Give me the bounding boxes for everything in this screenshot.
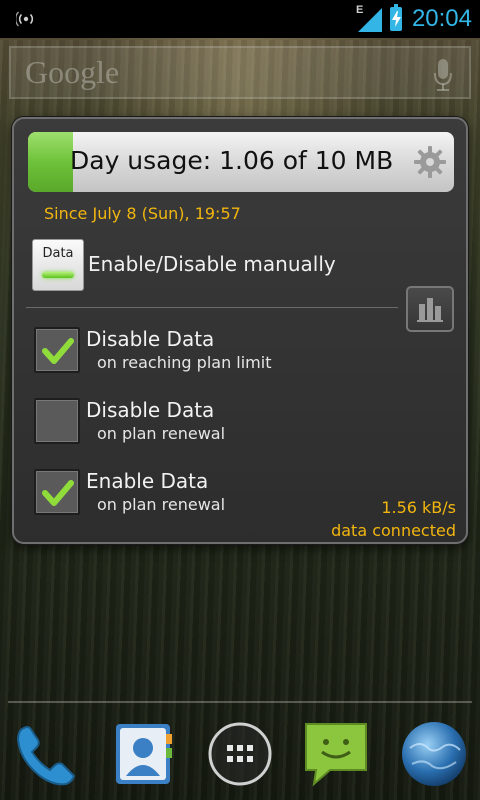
bar-chart-icon [417,298,443,322]
rate-info: 1.56 kB/s data connected [331,496,456,542]
usage-text: Day usage: 1.06 of 10 MB [70,146,394,175]
option-enable-on-renewal[interactable]: Enable Data on plan renewal [34,469,334,525]
data-usage-widget: Day usage: 1.06 of 10 MB Since July 8 (S… [12,117,468,544]
checkbox[interactable] [34,398,80,444]
option-subtitle: on plan renewal [97,424,226,443]
contacts-icon[interactable] [106,718,178,790]
option-disable-on-renewal[interactable]: Disable Data on plan renewal [34,398,334,454]
checkmark-icon [42,480,74,506]
browser-icon[interactable] [398,718,470,790]
usage-progress-bar[interactable]: Day usage: 1.06 of 10 MB [28,132,454,192]
option-title: Disable Data [86,398,215,422]
option-title: Enable Data [86,469,209,493]
google-logo: Google [25,54,120,90]
phone-icon[interactable] [10,718,82,790]
checkmark-icon [42,338,74,364]
wifi-icon [16,11,34,27]
status-bar: E 20:04 [0,0,480,38]
option-subtitle: on plan renewal [97,495,226,514]
gear-icon[interactable] [412,144,448,180]
google-search-bar[interactable]: Google [9,46,471,99]
data-toggle-label: Data [42,246,74,261]
usage-progress-fill [28,132,74,192]
dock-divider [8,701,472,703]
option-subtitle: on reaching plan limit [97,353,272,372]
stats-button[interactable] [406,286,454,332]
option-title: Disable Data [86,327,215,351]
since-date: Since July 8 (Sun), 19:57 [44,204,241,223]
signal-icon: E [356,4,384,32]
battery-charging-icon [389,4,402,31]
divider [26,307,398,308]
checkbox[interactable] [34,469,80,515]
option-disable-on-limit[interactable]: Disable Data on reaching plan limit [34,327,334,383]
data-toggle-indicator [42,272,74,278]
messaging-icon[interactable] [300,718,372,790]
app-drawer-icon[interactable] [204,718,276,790]
connection-status: data connected [331,521,456,540]
data-rate: 1.56 kB/s [381,498,456,517]
clock: 20:04 [411,5,472,32]
manual-toggle-label: Enable/Disable manually [88,252,336,276]
checkbox[interactable] [34,327,80,373]
data-toggle-button[interactable]: Data [32,239,84,291]
mic-icon[interactable] [433,58,453,92]
